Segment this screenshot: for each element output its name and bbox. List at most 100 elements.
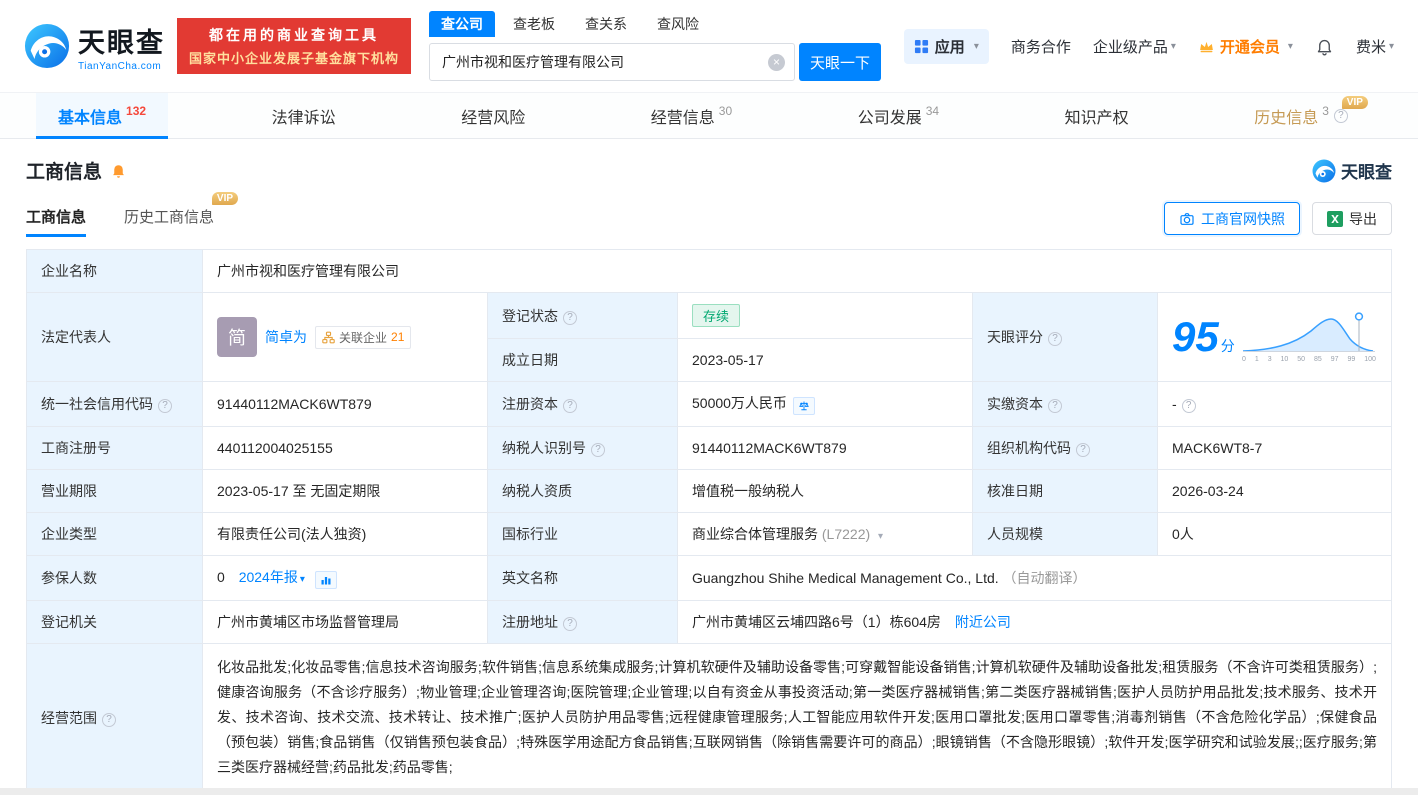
tianyancha-logo[interactable]: 天眼查 TianYanCha.com xyxy=(24,21,165,72)
search-tab-risk[interactable]: 查风险 xyxy=(645,11,711,37)
annual-report-dropdown[interactable]: 2024年报 xyxy=(239,569,298,585)
reg-number-label: 工商注册号 xyxy=(27,427,203,470)
cooperation-label: 商务合作 xyxy=(1011,36,1071,57)
help-icon[interactable]: ? xyxy=(1076,443,1090,457)
tab-operating-label: 经营信息 xyxy=(651,104,715,128)
apps-grid-icon xyxy=(914,39,929,54)
paid-capital-value: -? xyxy=(1158,382,1392,427)
tab-operating-info[interactable]: 经营信息 30 xyxy=(629,93,754,138)
help-icon[interactable]: ? xyxy=(1334,109,1348,123)
subtab-business-info[interactable]: 工商信息 xyxy=(26,200,86,237)
notifications-bell-icon[interactable] xyxy=(1315,37,1334,56)
section-title: 工商信息 xyxy=(26,157,102,184)
approval-date-label: 核准日期 xyxy=(973,470,1158,513)
clear-search-icon[interactable]: × xyxy=(768,54,785,71)
tab-company-development[interactable]: 公司发展 34 xyxy=(836,93,961,138)
score-axis-ticks: 0131050859799100 xyxy=(1241,356,1377,363)
help-icon[interactable]: ? xyxy=(563,311,577,325)
reg-address-value: 广州市黄埔区云埔四路6号（1）栋604房 附近公司 xyxy=(678,601,1392,644)
insured-chart-icon[interactable] xyxy=(315,571,337,589)
help-icon[interactable]: ? xyxy=(563,399,577,413)
nearby-companies-link[interactable]: 附近公司 xyxy=(955,614,1011,630)
slogan-line-2: 国家中小企业发展子基金旗下机构 xyxy=(189,48,399,67)
vip-badge: VIP xyxy=(212,192,238,205)
chevron-down-icon: ▾ xyxy=(300,574,305,585)
search-input[interactable] xyxy=(430,44,794,80)
insured-value: 0 2024年报▾ xyxy=(203,556,488,601)
tab-basic-info[interactable]: 基本信息 132 xyxy=(36,93,168,138)
search-tab-relation[interactable]: 查关系 xyxy=(573,11,639,37)
help-icon[interactable]: ? xyxy=(1182,399,1196,413)
chevron-down-icon[interactable]: ▾ xyxy=(878,531,883,542)
reg-capital-label: 注册资本? xyxy=(488,382,678,427)
legal-rep-avatar[interactable]: 简 xyxy=(217,317,257,357)
score-cell: 95分 0131050859799100 xyxy=(1158,293,1392,382)
taxpayer-quality-value: 增值税一般纳税人 xyxy=(678,470,973,513)
search-button[interactable]: 天眼一下 xyxy=(799,43,881,81)
legal-rep-cell: 简 简卓为 关联企业 21 xyxy=(203,293,488,382)
capital-scale-icon[interactable] xyxy=(793,397,815,415)
help-icon[interactable]: ? xyxy=(1048,332,1062,346)
help-icon[interactable]: ? xyxy=(1048,399,1062,413)
tianyancha-watermark-icon xyxy=(1312,159,1336,183)
help-icon[interactable]: ? xyxy=(563,617,577,631)
export-label: 导出 xyxy=(1349,209,1377,229)
official-snapshot-button[interactable]: 工商官网快照 xyxy=(1164,202,1300,235)
tab-history-label: 历史信息 xyxy=(1254,104,1318,128)
enterprise-products-menu[interactable]: 企业级产品 ▾ xyxy=(1093,36,1176,57)
search-box: × xyxy=(429,43,795,81)
reg-number-value: 440112004025155 xyxy=(203,427,488,470)
score-number: 95分 xyxy=(1172,316,1235,358)
insured-label: 参保人数 xyxy=(27,556,203,601)
company-name-value: 广州市视和医疗管理有限公司 xyxy=(203,250,1392,293)
help-icon[interactable]: ? xyxy=(158,399,172,413)
related-companies-count: 21 xyxy=(391,330,404,344)
export-button[interactable]: 导出 xyxy=(1312,202,1392,235)
tab-intellectual-property[interactable]: 知识产权 xyxy=(1043,93,1151,138)
row-business-scope: 经营范围? 化妆品批发;化妆品零售;信息技术咨询服务;软件销售;信息系统集成服务… xyxy=(27,644,1392,792)
row-reg-authority: 登记机关 广州市黄埔区市场监督管理局 注册地址? 广州市黄埔区云埔四路6号（1）… xyxy=(27,601,1392,644)
search-tab-boss[interactable]: 查老板 xyxy=(501,11,567,37)
industry-code: (L7222) xyxy=(822,526,870,542)
subtabs: 工商信息 VIP 历史工商信息 xyxy=(26,200,214,237)
score-distribution-chart[interactable]: 0131050859799100 xyxy=(1241,311,1377,363)
org-code-value: MACK6WT8-7 xyxy=(1158,427,1392,470)
subtab-history-business-info[interactable]: VIP 历史工商信息 xyxy=(124,200,214,237)
auto-translate-note: （自动翻译） xyxy=(1003,570,1087,586)
company-type-label: 企业类型 xyxy=(27,513,203,556)
reg-capital-value: 50000万人民币 xyxy=(678,382,973,427)
tab-history-info[interactable]: VIP 历史信息 3 ? xyxy=(1232,93,1370,138)
english-name-value: Guangzhou Shihe Medical Management Co., … xyxy=(678,556,1392,601)
row-reg-number: 工商注册号 440112004025155 纳税人识别号? 91440112MA… xyxy=(27,427,1392,470)
subscribe-bell-icon[interactable] xyxy=(110,162,127,179)
tab-development-count: 34 xyxy=(926,104,939,118)
row-credit-code: 统一社会信用代码? 91440112MACK6WT879 注册资本? 50000… xyxy=(27,382,1392,427)
status-badge: 存续 xyxy=(692,304,740,327)
tab-legal-label: 法律诉讼 xyxy=(272,104,336,128)
watermark-label: 天眼查 xyxy=(1341,158,1392,183)
search-tab-company[interactable]: 查公司 xyxy=(429,11,495,37)
tianyancha-logo-icon xyxy=(24,23,70,69)
tab-operating-risk[interactable]: 经营风险 xyxy=(439,93,547,138)
subtabs-row: 工商信息 VIP 历史工商信息 工商官网快照 导出 xyxy=(26,200,1392,237)
row-insured: 参保人数 0 2024年报▾ 英文名称 Guangzhou Shihe Medi… xyxy=(27,556,1392,601)
search-row: × 天眼一下 xyxy=(429,43,881,81)
horizontal-scrollbar[interactable] xyxy=(0,788,1418,795)
table-actions: 工商官网快照 导出 xyxy=(1164,202,1392,235)
help-icon[interactable]: ? xyxy=(102,713,116,727)
row-business-term: 营业期限 2023-05-17 至 无固定期限 纳税人资质 增值税一般纳税人 核… xyxy=(27,470,1392,513)
top-header: 天眼查 TianYanCha.com 都在用的商业查询工具 国家中小企业发展子基… xyxy=(0,0,1418,92)
staff-size-value: 0人 xyxy=(1158,513,1392,556)
apps-label: 应用 xyxy=(935,36,965,57)
legal-rep-name-link[interactable]: 简卓为 xyxy=(265,327,307,347)
score-label: 天眼评分? xyxy=(973,293,1158,382)
tab-legal-proceedings[interactable]: 法律诉讼 xyxy=(250,93,358,138)
help-icon[interactable]: ? xyxy=(591,443,605,457)
slogan-line-1: 都在用的商业查询工具 xyxy=(189,25,399,45)
apps-menu[interactable]: 应用 ▾ xyxy=(904,29,989,64)
user-menu[interactable]: 费米 ▾ xyxy=(1356,36,1394,57)
related-companies-tag[interactable]: 关联企业 21 xyxy=(315,326,411,349)
taxpayer-quality-label: 纳税人资质 xyxy=(488,470,678,513)
business-cooperation-link[interactable]: 商务合作 xyxy=(1011,36,1071,57)
open-membership-link[interactable]: 开通会员 ▾ xyxy=(1198,36,1293,57)
